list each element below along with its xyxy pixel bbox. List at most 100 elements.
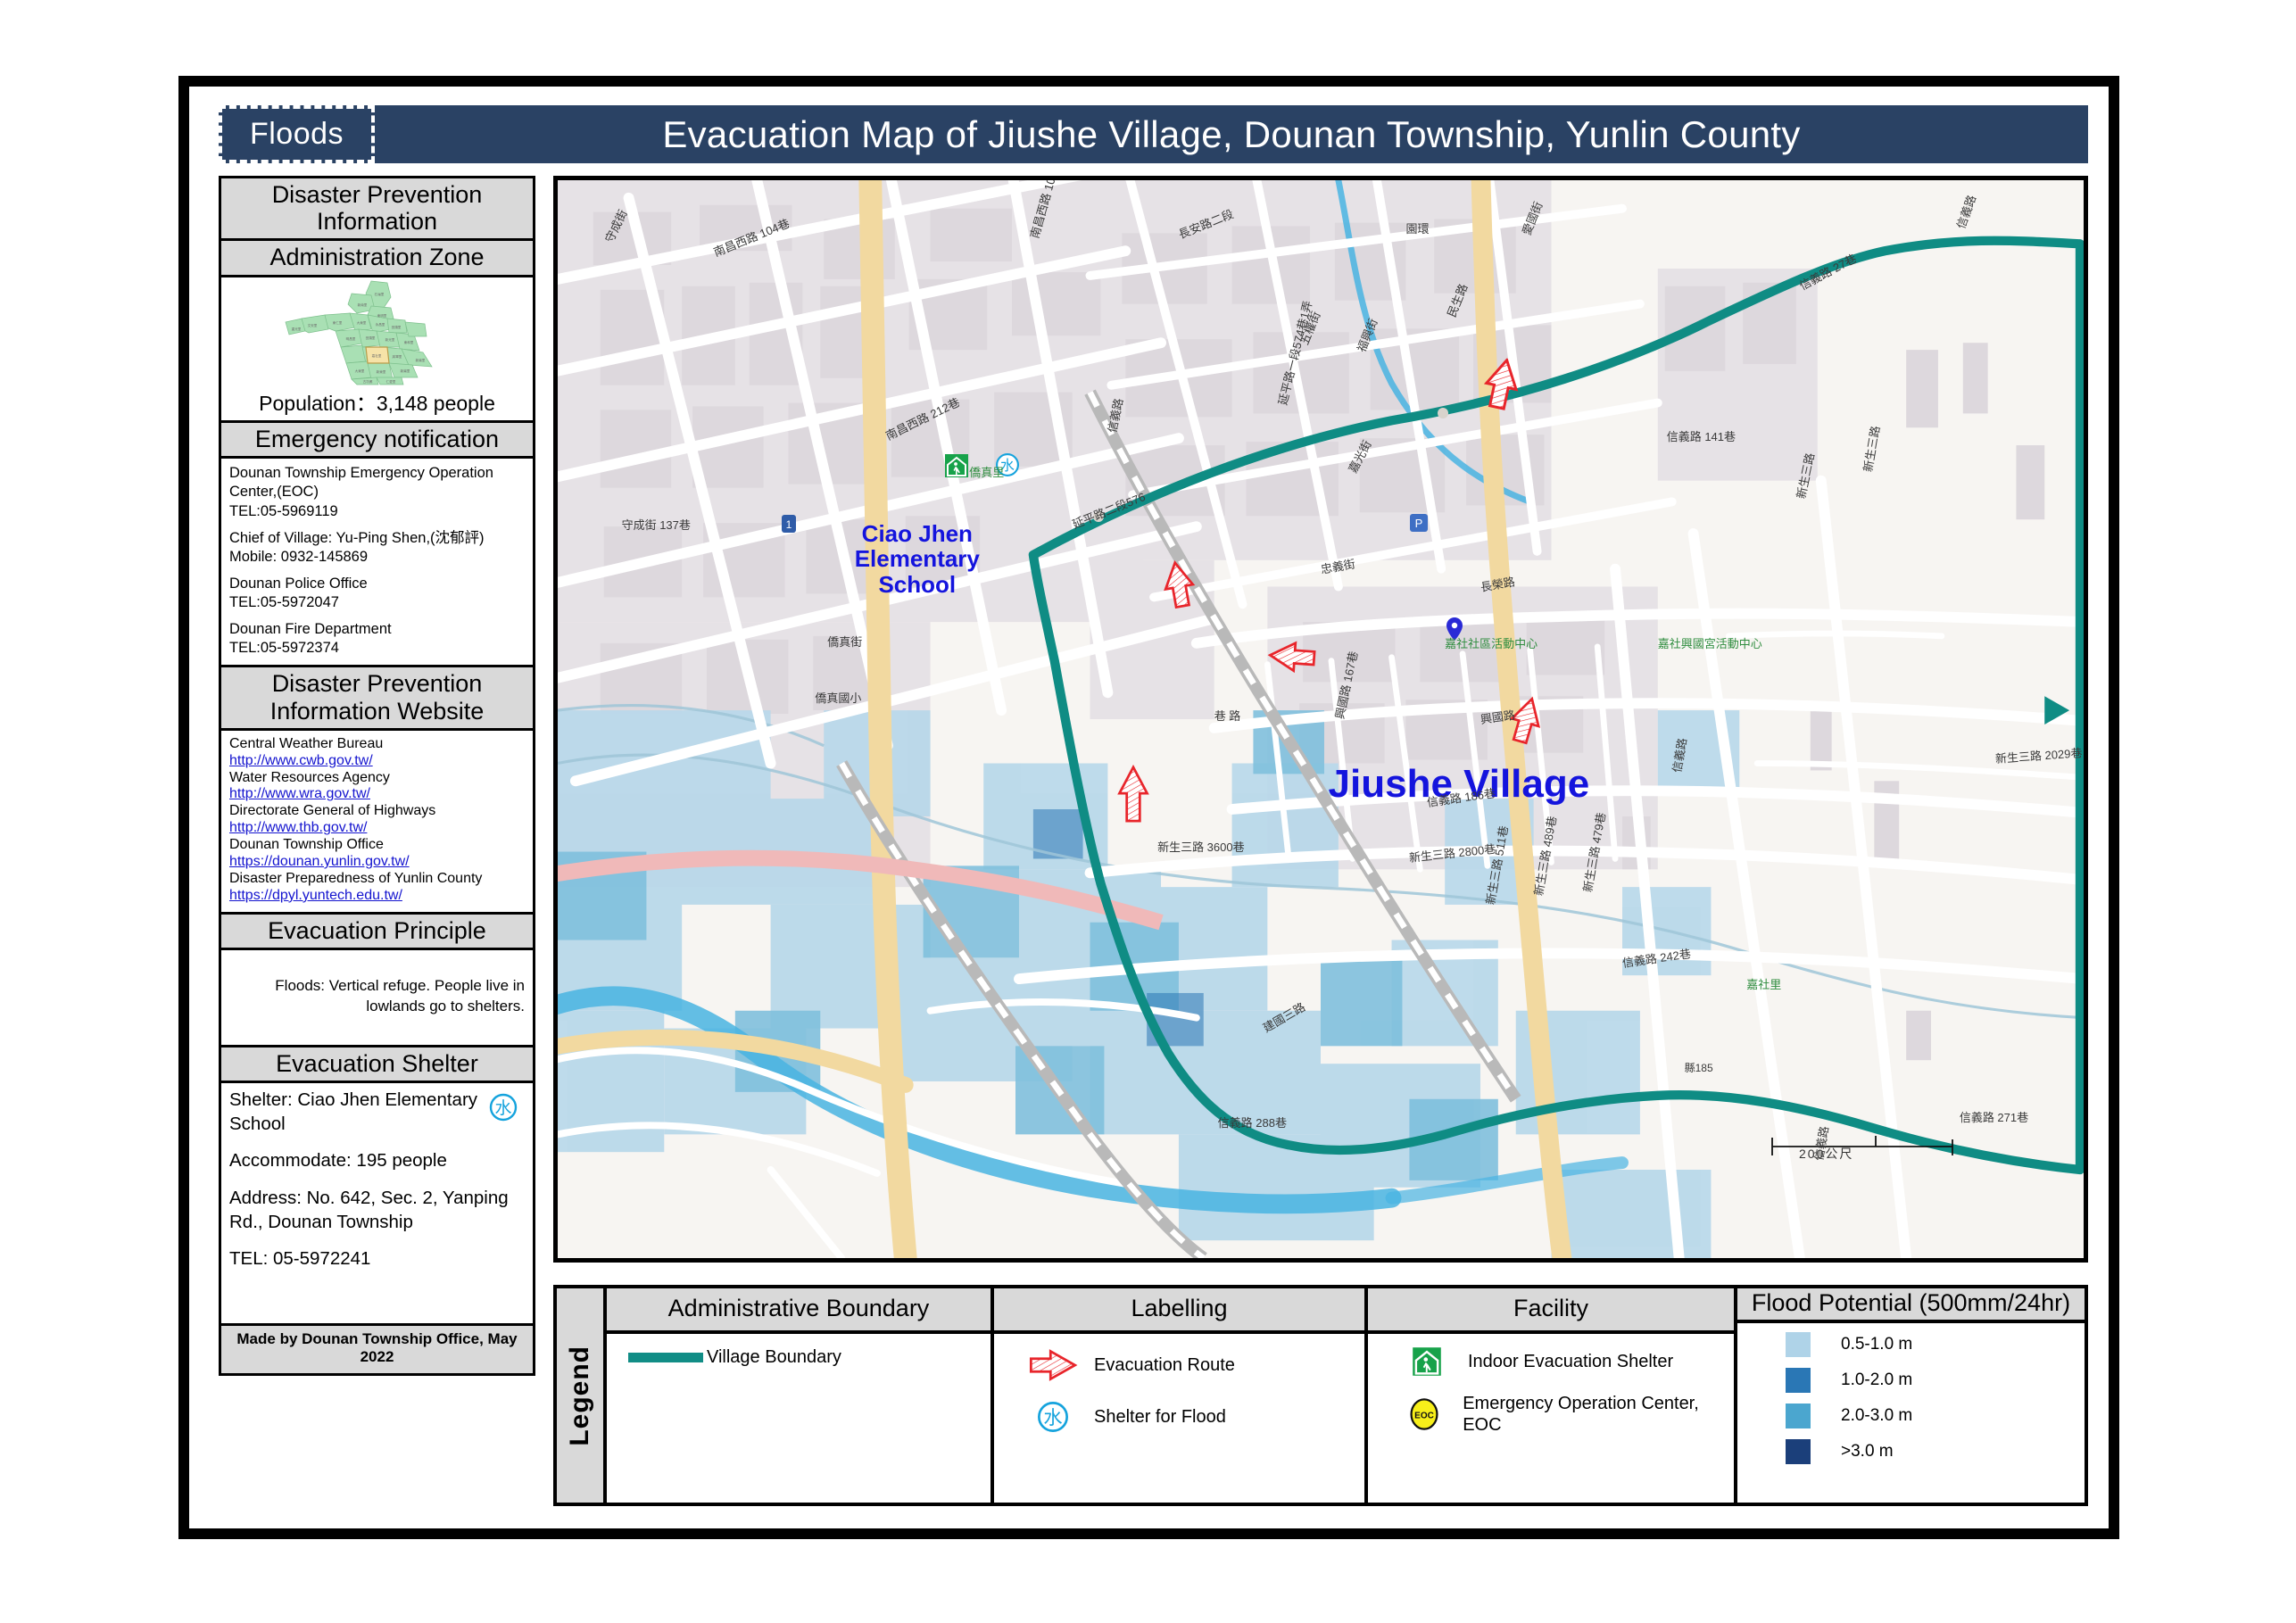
emergency-contact-item: Dounan Fire Department TEL:05-5972374 <box>229 620 525 658</box>
street-label: 新生三路 2029巷 <box>1994 745 2083 766</box>
map-scale-label: 200公尺 <box>1799 1147 1854 1161</box>
website-item: Directorate General of Highways http://w… <box>229 803 525 837</box>
emergency-notification-body: Dounan Township Emergency Operation Cent… <box>221 459 533 668</box>
evacuation-principle-text: Floods: Vertical refuge. People live in … <box>275 976 525 1014</box>
website-link[interactable]: https://dounan.yunlin.gov.tw/ <box>229 854 525 871</box>
info-sidebar: Disaster Prevention Information Administ… <box>219 176 535 1376</box>
legend-heading: Facility <box>1368 1288 1734 1334</box>
svg-text:水: 水 <box>1000 459 1015 475</box>
flood-shelter-water-icon: 水 <box>488 1092 518 1130</box>
legend-entry: 0.5-1.0 m <box>1755 1331 2076 1357</box>
legend-entry-label: 1.0-2.0 m <box>1841 1370 1913 1389</box>
admin-zone-body: 石龜里 新南里 東明里 東仁里 文安里 重光里 大東里 永昌里 田頭里 明昌里 田頭里 新光… <box>221 277 533 424</box>
street-label: 長榮路 <box>1479 574 1516 594</box>
svg-text:新崙里: 新崙里 <box>415 358 425 362</box>
street-label: 新生三路 489巷 <box>1531 815 1559 898</box>
street-label: 守成街 <box>601 207 630 245</box>
flood-shelter-water-icon[interactable]: 水 <box>994 451 1021 483</box>
website-name: Central Weather Bureau <box>229 735 384 751</box>
temple-icon <box>1437 407 1449 424</box>
map-legend: Legend Administrative Boundary Village B… <box>553 1285 2088 1506</box>
svg-text:P: P <box>1415 517 1423 530</box>
street-label: 嘉社興國宮活動中心 <box>1657 636 1762 650</box>
street-label: 愛國街 <box>1519 200 1546 238</box>
street-label: 南昌西路 104巷 <box>711 216 792 260</box>
location-pin-icon <box>1446 617 1463 646</box>
legend-heading-text: Flood Potential (500mm/24hr) <box>1751 1289 2071 1316</box>
evacuation-map-poster: Floods Evacuation Map of Jiushe Village,… <box>0 0 2296 1623</box>
township-shape-icon: 石龜里新南里 東明里東仁里 文安里重光里 大東里 永昌里 田頭里明昌里 田頭里 新光… <box>285 280 433 385</box>
parking-icon: P <box>1409 513 1429 539</box>
page-title: Evacuation Map of Jiushe Village, Dounan… <box>662 112 1801 155</box>
legend-entry: 水 Shelter for Flood <box>1012 1400 1355 1434</box>
contact-org: Dounan Fire Department <box>229 621 392 638</box>
website-item: Disaster Preparedness of Yunlin County h… <box>229 871 525 905</box>
legend-heading: Labelling <box>994 1288 1364 1334</box>
svg-text:EOC: EOC <box>1414 1411 1434 1420</box>
sidebar-footer-credit: Made by Dounan Township Office, May 2022 <box>221 1323 533 1373</box>
svg-text:1: 1 <box>785 518 792 531</box>
website-item: Water Resources Agency http://www.wra.go… <box>229 770 525 804</box>
contact-org: Chief of Village: Yu-Ping Shen,(沈郁評) <box>229 529 485 546</box>
admin-zone-heading: Administration Zone <box>221 241 533 277</box>
website-link[interactable]: http://www.cwb.gov.tw/ <box>229 753 525 770</box>
website-name: Directorate General of Highways <box>229 803 436 819</box>
hazard-type-label: Floods <box>249 117 344 151</box>
population-label: Population：3,148 people <box>259 391 495 415</box>
boundary-line-swatch <box>625 1350 707 1364</box>
legend-entry-label: >3.0 m <box>1841 1441 1894 1461</box>
street-label: 嘉社里 <box>1746 978 1782 992</box>
website-link[interactable]: https://dpyl.yuntech.edu.tw/ <box>229 888 525 905</box>
street-label: 南昌西路 104巷1弄 <box>1027 176 1068 241</box>
contact-tel: TEL:05-5972374 <box>229 640 339 657</box>
website-link[interactable]: http://www.wra.gov.tw/ <box>229 786 525 803</box>
legend-column-administrative-boundary: Administrative Boundary Village Boundary <box>607 1288 994 1503</box>
legend-entry-label: 2.0-3.0 m <box>1841 1405 1913 1425</box>
svg-text:大東里: 大東里 <box>356 320 366 325</box>
svg-text:將軍里: 將軍里 <box>392 354 402 359</box>
evacuation-principle-body: Floods: Vertical refuge. People live in … <box>221 950 533 1047</box>
street-label: 新生三路 <box>1861 424 1883 473</box>
legend-column-flood-potential: Flood Potential (500mm/24hr) 0.5-1.0 m 1… <box>1737 1288 2085 1503</box>
evacuation-shelter-heading: Evacuation Shelter <box>221 1047 533 1084</box>
website-name: Disaster Preparedness of Yunlin County <box>229 870 483 886</box>
flood-swatch <box>1786 1438 1811 1464</box>
indoor-shelter-icon[interactable] <box>944 453 969 483</box>
contact-org: Dounan Township Emergency Operation Cent… <box>229 465 493 501</box>
emergency-contact-item: Chief of Village: Yu-Ping Shen,(沈郁評) Mob… <box>229 529 525 567</box>
street-label: 長安路二段 <box>1176 207 1236 242</box>
street-label: 巷 路 <box>1214 709 1241 724</box>
legend-entry: Indoor Evacuation Shelter <box>1386 1346 1725 1377</box>
flood-swatch <box>1786 1403 1811 1428</box>
evacuation-principle-heading: Evacuation Principle <box>221 914 533 950</box>
svg-text:大東里: 大東里 <box>354 368 364 373</box>
main-map[interactable]: 水 1 P Ciao Jhen Elementary School Jiushe… <box>553 176 2088 1263</box>
legend-side-label: Legend <box>565 1345 594 1446</box>
flood-swatch <box>1786 1367 1811 1393</box>
legend-entry-label: Village Boundary <box>707 1346 841 1367</box>
svg-text:新東里: 新東里 <box>376 369 385 374</box>
legend-entry: >3.0 m <box>1755 1438 2076 1464</box>
svg-text:水: 水 <box>1043 1407 1062 1428</box>
street-label: 信義路 242巷 <box>1621 947 1692 971</box>
legend-entry: EOC Emergency Operation Center, EOC <box>1386 1393 1725 1436</box>
legend-entry-label: Evacuation Route <box>1094 1354 1235 1375</box>
website-link[interactable]: http://www.thb.gov.tw/ <box>229 820 525 837</box>
svg-text:石龜里: 石龜里 <box>374 292 384 296</box>
street-label: 信義路 288巷 <box>1217 1115 1287 1130</box>
poster-header: Floods Evacuation Map of Jiushe Village,… <box>219 105 2088 163</box>
svg-text:重光里: 重光里 <box>291 327 301 331</box>
temple-icon <box>1092 510 1105 527</box>
street-label: 僑真國小 <box>815 691 862 706</box>
legend-heading: Flood Potential (500mm/24hr) <box>1737 1288 2085 1323</box>
street-label: 信義路 141巷 <box>1666 430 1737 444</box>
shelter-name: Shelter: Ciao Jhen Elementary School <box>229 1089 478 1134</box>
evacuation-arrow-icon <box>1267 638 1317 680</box>
street-label: 信義路 271巷 <box>1959 1110 2029 1124</box>
school-map-label: Ciao Jhen Elementary School <box>854 519 980 598</box>
village-map-label: Jiushe Village <box>1328 762 1590 807</box>
emergency-contact-item: Dounan Police Office TEL:05-5972047 <box>229 575 525 612</box>
legend-column-labelling: Labelling Evacuation Route 水 Shelter for… <box>994 1288 1368 1503</box>
legend-entry-label: 0.5-1.0 m <box>1841 1334 1913 1354</box>
evacuation-arrow-icon <box>1481 357 1522 414</box>
